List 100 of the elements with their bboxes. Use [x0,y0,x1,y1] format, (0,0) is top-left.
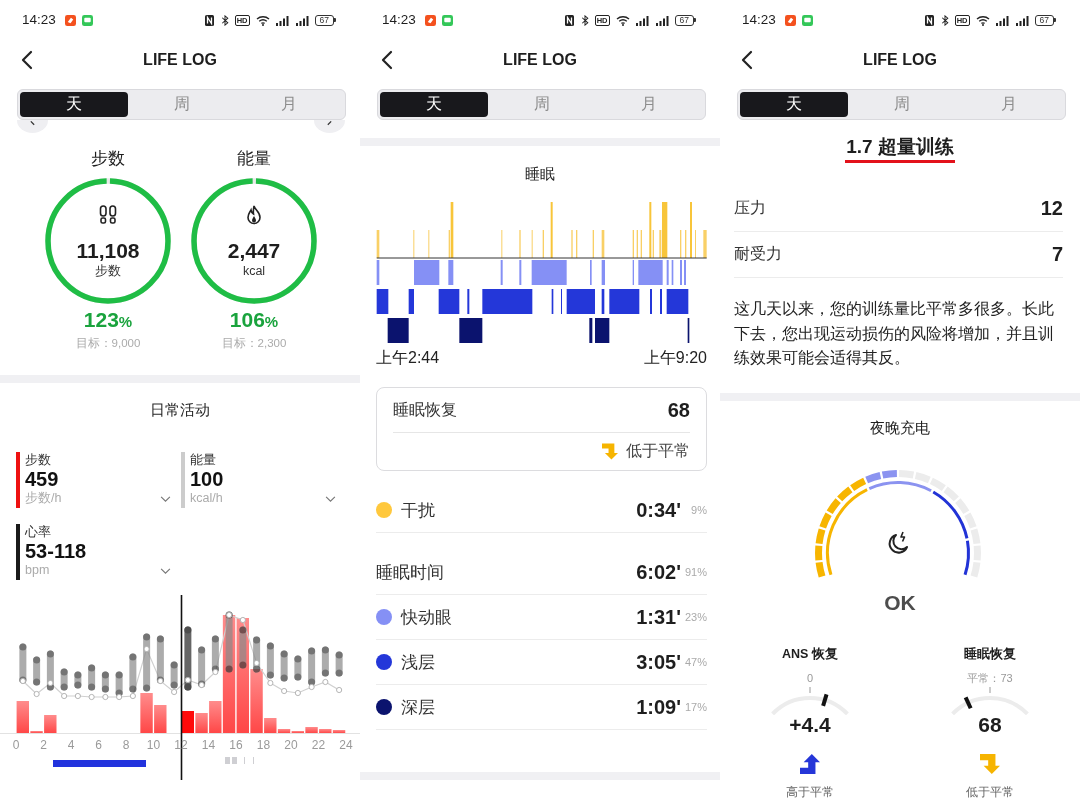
metric-label: 心率 [25,524,51,540]
battery-indicator: 67 [1034,14,1056,26]
bluetooth-icon [220,14,229,26]
wifi-icon [975,14,990,26]
gauge-title: 睡眠恢复 [964,645,1016,663]
ring-value: 11,108 [76,239,140,263]
screen-title: LIFE LOG [502,51,578,69]
section-title: 睡眠 [525,164,555,184]
signal-icon [274,14,290,26]
period-tab[interactable]: 周 [487,92,596,117]
training-status-title: 1.7 超量训练 [845,134,955,163]
card-value: 68 [667,398,690,422]
section-title: 日常活动 [150,400,210,420]
flame-icon [246,205,262,225]
chevron-down-icon[interactable] [160,496,171,503]
metric-value: 53-118 [25,540,87,562]
phase-label: 睡眠时间 [376,561,445,584]
stat-value: 12 [1040,197,1063,220]
back-icon[interactable] [741,50,753,70]
signal-icon [654,14,670,26]
metric-unit: 步数/h [25,490,62,506]
period-tab[interactable]: 周 [847,92,956,117]
gauge-value: +4.4 [789,714,831,735]
metric-unit: bpm [25,562,50,578]
gauge-reference: 0 [806,670,814,685]
gauge-value: 68 [978,714,1002,735]
screen-title: LIFE LOG [142,51,218,69]
sleep-end-time: 上午9:20 [643,348,707,368]
goal-text: 目标：9,000 [75,336,141,351]
period-tab[interactable]: 天 [740,92,848,117]
stat-label: 耐受力 [734,244,782,264]
bluetooth-icon [580,14,589,26]
period-tab[interactable]: 月 [235,92,343,117]
ring-unit: kcal [242,263,266,279]
footprints-icon [99,205,117,225]
training-description: 这几天以来，您的训练量比平常多很多。长此下去，您出现运动损伤的风险将增加，并且训练效果可能会适得其反。 [734,299,1055,368]
section-title: 夜晚充电 [870,417,930,438]
status-time: 14:23 [742,12,776,28]
phase-share: 47% [684,656,707,668]
nfc-icon [924,14,934,26]
stat-label: 压力 [734,198,766,218]
back-icon[interactable] [381,50,393,70]
goal-text: 目标：2,300 [221,336,287,351]
phase-label: 浅层 [401,651,436,674]
period-tab[interactable]: 月 [595,92,703,117]
metric-label: 步数 [25,452,51,468]
nfc-icon [204,14,214,26]
phase-share: 17% [684,701,707,713]
trend-label: 低于平常 [966,785,1014,798]
chat-app-icon [441,14,453,26]
battery-indicator: 67 [674,14,696,26]
metric-value: 100 [190,468,224,490]
phase-share: 9% [690,504,707,516]
ring-value: 2,447 [227,239,281,263]
phase-label: 深层 [401,696,436,719]
phase-share: 23% [684,611,707,623]
signal-icon [294,14,310,26]
signal-icon [1014,14,1030,26]
recharge-status: OK [884,590,916,615]
ring-title: 步数 [91,148,125,170]
app-icon [784,14,796,26]
sleep-start-time: 上午2:44 [376,348,440,368]
status-time: 14:23 [22,12,56,28]
phase-duration: 0:34' [636,498,681,522]
phase-duration: 1:09' [636,695,681,719]
goal-percentage: 106% [229,308,279,333]
period-tab[interactable]: 天 [380,92,488,117]
metric-value: 459 [25,468,59,490]
period-tab[interactable]: 月 [955,92,1063,117]
phase-label: 干扰 [401,499,436,522]
trend-label: 高于平常 [786,785,834,798]
chat-app-icon [801,14,813,26]
metric-unit: kcal/h [190,490,223,506]
nfc-icon [564,14,574,26]
trend-label: 低于平常 [626,441,690,461]
period-tab[interactable]: 周 [127,92,236,117]
battery-indicator: 67 [314,14,336,26]
phase-duration: 6:02' [636,560,681,584]
ring-unit: 步数 [95,263,121,279]
wifi-icon [255,14,270,26]
bluetooth-icon [940,14,949,26]
app-icon [64,14,76,26]
phase-label: 快动眼 [401,606,453,629]
chevron-down-icon[interactable] [325,496,336,503]
chat-app-icon [81,14,93,26]
moon-icon [888,530,908,554]
metric-label: 能量 [190,452,216,468]
chevron-left-icon [30,121,35,126]
chevron-right-icon [327,121,332,126]
status-time: 14:23 [382,12,416,28]
chevron-down-icon[interactable] [160,568,171,575]
wifi-icon [615,14,630,26]
card-label: 睡眠恢复 [393,399,457,420]
screen-title: LIFE LOG [862,51,938,69]
gauge-title: ANS 恢复 [782,645,838,663]
back-icon[interactable] [21,50,33,70]
gauge-reference: 平常：73 [967,670,1013,685]
ring-title: 能量 [237,148,271,170]
phase-share: 91% [684,566,707,578]
period-tab[interactable]: 天 [20,92,128,117]
